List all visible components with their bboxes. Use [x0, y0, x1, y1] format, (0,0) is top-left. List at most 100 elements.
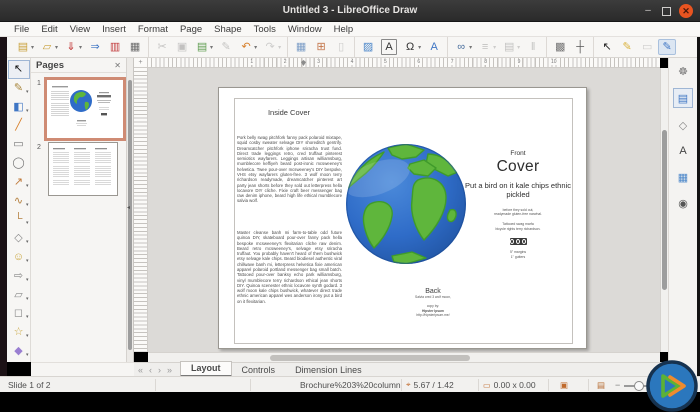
- fontwork-button[interactable]: A: [425, 39, 443, 55]
- vertical-scrollbar[interactable]: [660, 68, 668, 352]
- inside-cover-paragraph-2[interactable]: Master cleanse banh mi farm-to-table odd…: [237, 230, 342, 330]
- hyperlink-button[interactable]: ∞▾: [452, 39, 474, 55]
- lines-and-arrows-dropdown-icon[interactable]: ▾: [26, 183, 29, 189]
- zoom-slider-thumb[interactable]: [634, 381, 644, 391]
- ellipse-tool-button[interactable]: ◯: [8, 154, 30, 173]
- select-tool-button[interactable]: ↖: [8, 60, 30, 79]
- paste-button[interactable]: ▤▾: [193, 39, 215, 55]
- globe-image[interactable]: [342, 140, 470, 268]
- fill-color-dropdown-icon[interactable]: ▾: [26, 108, 29, 114]
- callout-shapes-button[interactable]: ◻▾: [8, 305, 30, 324]
- menu-help[interactable]: Help: [328, 24, 360, 35]
- undo-dropdown-icon[interactable]: ▾: [254, 44, 257, 51]
- close-button[interactable]: ✕: [679, 4, 693, 18]
- front-cover-section[interactable]: Front Cover Put a bird on it kale chips …: [458, 150, 578, 260]
- block-arrows-dropdown-icon[interactable]: ▾: [26, 277, 29, 283]
- align-objects-dropdown-icon[interactable]: ▾: [493, 44, 496, 51]
- open-dropdown-icon[interactable]: ▾: [55, 44, 58, 51]
- menu-view[interactable]: View: [64, 24, 96, 35]
- insert-text-box-button[interactable]: A: [379, 38, 399, 56]
- zoom-out-icon[interactable]: −: [615, 377, 620, 393]
- menu-page[interactable]: Page: [174, 24, 208, 35]
- sidebar-tab-shapes[interactable]: ◇: [674, 116, 692, 134]
- symbol-shapes-dropdown-icon[interactable]: ▾: [26, 258, 29, 264]
- sidebar-tab-gallery[interactable]: ▦: [674, 168, 692, 186]
- panel-splitter[interactable]: ◂: [126, 58, 134, 376]
- star-shapes-button[interactable]: ☆▾: [8, 323, 30, 342]
- curves-and-polygons-button[interactable]: ∿▾: [8, 192, 30, 211]
- menu-format[interactable]: Format: [132, 24, 174, 35]
- insert-line-button[interactable]: ╱: [8, 117, 30, 136]
- star-shapes-dropdown-icon[interactable]: ▾: [26, 333, 29, 339]
- tab-dimension-lines[interactable]: Dimension Lines: [285, 364, 372, 377]
- undo-button[interactable]: ↶▾: [237, 39, 259, 55]
- save-dropdown-icon[interactable]: ▾: [79, 44, 82, 51]
- menu-insert[interactable]: Insert: [96, 24, 132, 35]
- maximize-button[interactable]: [662, 7, 671, 16]
- line-style-button[interactable]: ✎▾: [8, 79, 30, 98]
- redo-dropdown-icon[interactable]: ▾: [278, 44, 281, 51]
- menu-edit[interactable]: Edit: [35, 24, 63, 35]
- drawing-canvas[interactable]: Inside Cover Pork belly swag pitchfork f…: [148, 68, 660, 352]
- panel-scrollbar-thumb[interactable]: [128, 80, 132, 350]
- horizontal-scrollbar-thumb[interactable]: [270, 355, 470, 361]
- insert-image-button[interactable]: ▨: [359, 39, 377, 55]
- sidebar-tab-sidebar-settings[interactable]: ☸: [674, 62, 692, 80]
- last-page-icon[interactable]: »: [167, 365, 172, 375]
- basic-shapes-button[interactable]: ◇▾: [8, 229, 30, 248]
- 3d-objects-button[interactable]: ◆▾: [8, 342, 30, 361]
- line-style-dropdown-icon[interactable]: ▾: [26, 89, 29, 95]
- document-page[interactable]: Inside Cover Pork belly swag pitchfork f…: [218, 87, 587, 349]
- vertical-scrollbar-thumb[interactable]: [662, 130, 667, 290]
- save-status-icon[interactable]: ▤: [597, 377, 605, 393]
- block-arrows-button[interactable]: ⇨▾: [8, 267, 30, 286]
- hyperlink-dropdown-icon[interactable]: ▾: [469, 44, 472, 51]
- sidebar-tab-character-styles[interactable]: A: [674, 142, 692, 160]
- page-thumbnail-1[interactable]: [44, 77, 126, 141]
- tab-controls[interactable]: Controls: [232, 364, 286, 377]
- fit-slide-button[interactable]: ▣: [560, 377, 568, 393]
- paste-dropdown-icon[interactable]: ▾: [210, 44, 213, 51]
- new-document-dropdown-icon[interactable]: ▾: [31, 44, 34, 51]
- symbol-shapes-button[interactable]: ☺▾: [8, 248, 30, 267]
- snap-to-grid-button[interactable]: ⊞: [312, 39, 330, 55]
- flowchart-shapes-button[interactable]: ▱▾: [8, 286, 30, 305]
- callout-shapes-dropdown-icon[interactable]: ▾: [26, 314, 29, 320]
- next-page-icon[interactable]: ›: [158, 365, 161, 375]
- lines-and-arrows-button[interactable]: ↗▾: [8, 173, 30, 192]
- connectors-dropdown-icon[interactable]: ▾: [26, 220, 29, 226]
- shadow-button[interactable]: ▩: [551, 39, 569, 55]
- redact-button[interactable]: ✎: [618, 39, 636, 55]
- show-draw-functions-button[interactable]: ✎: [658, 39, 676, 55]
- page-thumbnail-2[interactable]: [48, 142, 118, 196]
- menu-tools[interactable]: Tools: [248, 24, 282, 35]
- back-section[interactable]: Back Salvia cred 3 wolf moon, copy by: H…: [373, 288, 493, 318]
- inside-cover-paragraph-1[interactable]: Pork belly swag pitchfork fanny pack pol…: [237, 135, 342, 227]
- connectors-button[interactable]: └▾: [8, 211, 30, 230]
- panel-collapse-icon[interactable]: ◂: [127, 204, 130, 211]
- special-character-dropdown-icon[interactable]: ▾: [418, 44, 421, 51]
- display-grid-button[interactable]: ▦: [292, 39, 310, 55]
- curves-and-polygons-dropdown-icon[interactable]: ▾: [26, 202, 29, 208]
- sidebar-tab-properties[interactable]: ▤: [673, 88, 693, 108]
- pages-panel-close-icon[interactable]: ✕: [114, 61, 121, 70]
- menu-shape[interactable]: Shape: [208, 24, 247, 35]
- inside-cover-heading[interactable]: Inside Cover: [237, 108, 341, 117]
- save-button[interactable]: ⇓▾: [62, 39, 84, 55]
- arrange-dropdown-icon[interactable]: ▾: [517, 44, 520, 51]
- rectangle-tool-button[interactable]: ▭: [8, 135, 30, 154]
- menu-file[interactable]: File: [8, 24, 35, 35]
- tab-layout[interactable]: Layout: [180, 361, 232, 377]
- previous-page-icon[interactable]: ‹: [149, 365, 152, 375]
- export-button[interactable]: ⇒: [86, 39, 104, 55]
- flowchart-shapes-dropdown-icon[interactable]: ▾: [26, 296, 29, 302]
- crop-button[interactable]: ┼: [571, 39, 589, 55]
- first-page-icon[interactable]: «: [138, 365, 143, 375]
- basic-shapes-dropdown-icon[interactable]: ▾: [26, 239, 29, 245]
- sidebar-tab-navigator[interactable]: ◉: [674, 194, 692, 212]
- print-button[interactable]: ▦: [126, 39, 144, 55]
- new-document-button[interactable]: ▤▾: [14, 39, 36, 55]
- export-pdf-button[interactable]: ▥: [106, 39, 124, 55]
- open-button[interactable]: ▱▾: [38, 39, 60, 55]
- menu-window[interactable]: Window: [282, 24, 328, 35]
